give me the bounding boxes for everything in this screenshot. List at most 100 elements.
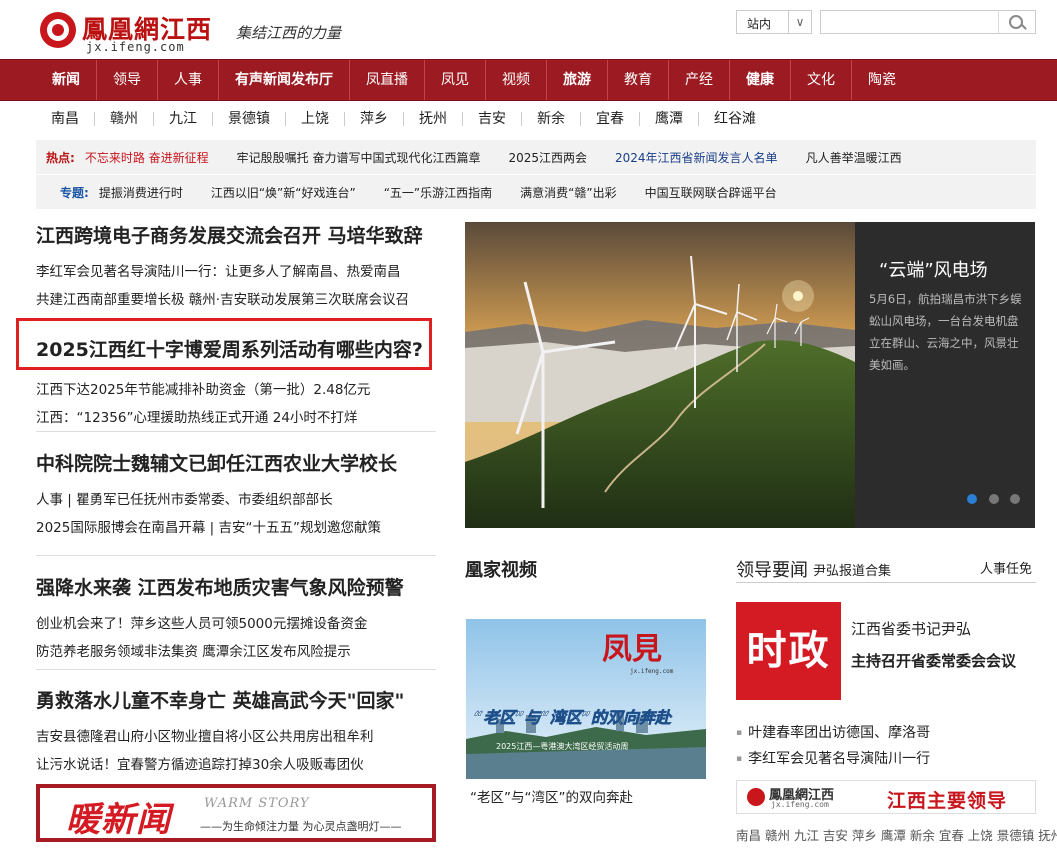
news-headline[interactable]: 中科院院士魏辅文已卸任江西农业大学校长 — [36, 449, 436, 476]
divider — [36, 431, 436, 432]
video-thumbnail-image: 凤見 jx.ifeng.com “老区”与“湾区”的双向奔赴 2025江西—粤港… — [466, 619, 706, 779]
main-nav-list: 新闻 领导 人事 有声新闻发布厅 凤直播 凤见 视频 旅游 教育 产经 健康 文化 陶瓷 — [36, 60, 912, 100]
nav-item[interactable]: 有声新闻发布厅 — [218, 60, 349, 100]
video-caption[interactable]: “老区”与“湾区”的双向奔赴 — [470, 786, 633, 806]
news-headline[interactable]: 强降水来袭 江西发布地质灾害气象风险预警 — [36, 573, 436, 600]
banner-text: 江西主要领导 — [887, 790, 1008, 812]
news-headline[interactable]: 江西跨境电子商务发展交流会召开 马培华致辞 — [36, 221, 436, 248]
news-group: 强降水来袭 江西发布地质灾害气象风险预警 创业机会来了！萍乡这些人员可领5000… — [36, 573, 436, 660]
list-item[interactable]: 李红军会见著名导演陆川一行 — [736, 746, 930, 772]
video-brand-text: 凤見 — [602, 632, 662, 667]
personnel-link[interactable]: 人事任免 — [980, 558, 1032, 577]
divider — [36, 555, 436, 556]
news-link[interactable]: 让污水说话！宜春警方循迹追踪打掉30余人吸贩毒团伙 — [36, 753, 436, 773]
search-scope-value: 站内 — [747, 17, 772, 31]
wind-farm-photo[interactable] — [465, 222, 855, 528]
feature-line-1[interactable]: 江西省委书记尹弘 — [851, 618, 971, 639]
news-group: 中科院院士魏辅文已卸任江西农业大学校长 人事 | 瞿勇军已任抚州市委常委、市委组… — [36, 449, 436, 536]
search-scope-select[interactable]: 站内 ∨ — [736, 10, 812, 34]
wind-farm-image — [465, 222, 855, 528]
city-nav-item[interactable]: 宜春 — [580, 112, 639, 126]
feature-line-2[interactable]: 主持召开省委常委会会议 — [851, 650, 1016, 671]
phoenix-logo-icon — [747, 788, 765, 806]
hot-item[interactable]: 2024年江西省新闻发言人名单 — [615, 149, 778, 166]
city-nav-item[interactable]: 吉安 — [462, 112, 521, 126]
city-nav-item[interactable]: 萍乡 — [344, 112, 403, 126]
news-link[interactable]: 李红军会见著名导演陆川一行：让更多人了解南昌、热爱南昌 — [36, 260, 436, 280]
divider — [36, 669, 436, 670]
topic-label: 专题: — [60, 185, 89, 200]
video-thumbnail[interactable]: 凤見 jx.ifeng.com “老区”与“湾区”的双向奔赴 2025江西—粤港… — [466, 619, 706, 779]
news-link[interactable]: 防范养老服务领域非法集资 鹰潭余江区发布风险提示 — [36, 640, 436, 660]
nav-item[interactable]: 新闻 — [36, 60, 96, 100]
news-link[interactable]: 江西下达2025年节能减排补助资金（第一批）2.48亿元 — [36, 378, 436, 398]
site-logo[interactable]: 鳳凰網江西 jx.ifeng.com 集结江西的力量 — [40, 10, 380, 54]
nav-item[interactable]: 人事 — [157, 60, 218, 100]
topic-item[interactable]: 满意消费“赣”出彩 — [520, 184, 616, 201]
slide-dot[interactable] — [1010, 494, 1020, 504]
logo-domain: jx.ifeng.com — [86, 40, 185, 54]
nav-item[interactable]: 产经 — [668, 60, 729, 100]
nav-item[interactable]: 凤直播 — [349, 60, 424, 100]
phoenix-logo-icon — [40, 12, 76, 48]
news-link[interactable]: 创业机会来了！萍乡这些人员可领5000元摆摊设备资金 — [36, 612, 436, 632]
topic-item[interactable]: “五一”乐游江西指南 — [384, 184, 492, 201]
news-headline[interactable]: 勇救落水儿童不幸身亡 英雄高武今天"回家" — [36, 686, 436, 713]
hot-item[interactable]: 牢记殷殷嘱托 奋力谱写中国式现代化江西篇章 — [237, 149, 481, 166]
slide-title[interactable]: “云端”风电场 — [879, 256, 988, 282]
slideshow-caption-panel: “云端”风电场 5月6日，航拍瑞昌市洪下乡蜈蚣山风电场，一台台发电机盘立在群山、… — [855, 222, 1035, 528]
city-nav-item[interactable]: 鹰潭 — [639, 112, 698, 126]
hot-item[interactable]: 2025江西两会 — [508, 149, 587, 166]
nav-item[interactable]: 文化 — [790, 60, 851, 100]
hot-item[interactable]: 不忘来时路 奋进新征程 — [85, 149, 209, 166]
topic-item[interactable]: 江西以旧“焕”新“好戏连台” — [211, 184, 356, 201]
nav-item[interactable]: 健康 — [729, 60, 790, 100]
city-nav-item[interactable]: 上饶 — [285, 112, 344, 126]
city-nav-item[interactable]: 赣州 — [94, 112, 153, 126]
nav-item[interactable]: 领导 — [96, 60, 157, 100]
news-headline[interactable]: 2025江西红十字博爱周系列活动有哪些内容? — [36, 335, 436, 362]
city-nav-item[interactable]: 景德镇 — [212, 112, 285, 126]
city-nav-item[interactable]: 南昌 — [36, 112, 94, 126]
list-item[interactable]: 叶建春率团出访德国、摩洛哥 — [736, 720, 930, 746]
city-nav-item[interactable]: 抚州 — [403, 112, 462, 126]
news-link[interactable]: 共建江西南部重要增长极 赣州·吉安联动发展第三次联席会议召 — [36, 288, 436, 308]
warm-news-tagline: ——为生命倾注力量 为心灵点盏明灯—— — [200, 820, 402, 833]
leaders-cities-line[interactable]: 南昌 赣州 九江 吉安 萍乡 鹰潭 新余 宜春 上饶 景德镇 抚州 — [736, 825, 1057, 844]
topic-item[interactable]: 中国互联网联合辟谣平台 — [645, 184, 777, 201]
topic-item[interactable]: 提振消费进行时 — [99, 184, 183, 201]
logo-slogan: 集结江西的力量 — [236, 24, 342, 42]
warm-news-inner: 暖新闻 WARM STORY ——为生命倾注力量 为心灵点盏明灯—— — [40, 788, 432, 840]
video-section-title[interactable]: 凰家视频 — [465, 556, 537, 582]
nav-item[interactable]: 陶瓷 — [851, 60, 912, 100]
city-nav-item[interactable]: 红谷滩 — [698, 112, 771, 126]
news-link[interactable]: 人事 | 瞿勇军已任抚州市委常委、市委组织部部长 — [36, 488, 436, 508]
hot-item[interactable]: 凡人善举温暖江西 — [806, 149, 902, 166]
city-nav-item[interactable]: 新余 — [521, 112, 580, 126]
news-link[interactable]: 江西：“12356”心理援助热线正式开通 24小时不打烊 — [36, 406, 436, 426]
news-group: 2025江西红十字博爱周系列活动有哪些内容? 江西下达2025年节能减排补助资金… — [36, 335, 436, 426]
banner-domain: jx.ifeng.com — [771, 800, 829, 809]
warm-news-en: WARM STORY — [204, 796, 310, 811]
search-icon[interactable] — [998, 11, 1035, 33]
slide-dot[interactable] — [989, 494, 999, 504]
nav-item[interactable]: 凤见 — [424, 60, 485, 100]
photo-slideshow[interactable]: “云端”风电场 5月6日，航拍瑞昌市洪下乡蜈蚣山风电场，一台台发电机盘立在群山、… — [465, 222, 1035, 528]
politics-block[interactable]: 时政 — [736, 602, 841, 700]
chevron-down-icon[interactable]: ∨ — [788, 11, 811, 33]
main-nav: 新闻 领导 人事 有声新闻发布厅 凤直播 凤见 视频 旅游 教育 产经 健康 文化 陶瓷 — [0, 59, 1057, 101]
hot-topics-bar: 热点: 不忘来时路 奋进新征程 牢记殷殷嘱托 奋力谱写中国式现代化江西篇章 20… — [36, 140, 1036, 174]
leaders-sub-link[interactable]: 尹弘报道合集 — [813, 560, 891, 579]
slide-dot[interactable] — [967, 494, 977, 504]
nav-item[interactable]: 旅游 — [546, 60, 607, 100]
leaders-section-title[interactable]: 领导要闻 — [736, 556, 808, 582]
city-nav-item[interactable]: 九江 — [153, 112, 212, 126]
warm-news-banner[interactable]: 暖新闻 WARM STORY ——为生命倾注力量 为心灵点盏明灯—— — [36, 784, 436, 842]
nav-item[interactable]: 视频 — [485, 60, 546, 100]
main-leaders-banner[interactable]: 鳳凰網江西 jx.ifeng.com 江西主要领导 — [736, 780, 1036, 814]
news-link[interactable]: 吉安县德隆君山府小区物业擅自将小区公共用房出租牟利 — [36, 725, 436, 745]
city-nav: 南昌 赣州 九江 景德镇 上饶 萍乡 抚州 吉安 新余 宜春 鹰潭 红谷滩 — [36, 106, 1036, 132]
news-link[interactable]: 2025国际服博会在南昌开幕 | 吉安“十五五”规划邀您献策 — [36, 516, 436, 536]
nav-item[interactable]: 教育 — [607, 60, 668, 100]
search-input[interactable] — [820, 10, 1036, 34]
